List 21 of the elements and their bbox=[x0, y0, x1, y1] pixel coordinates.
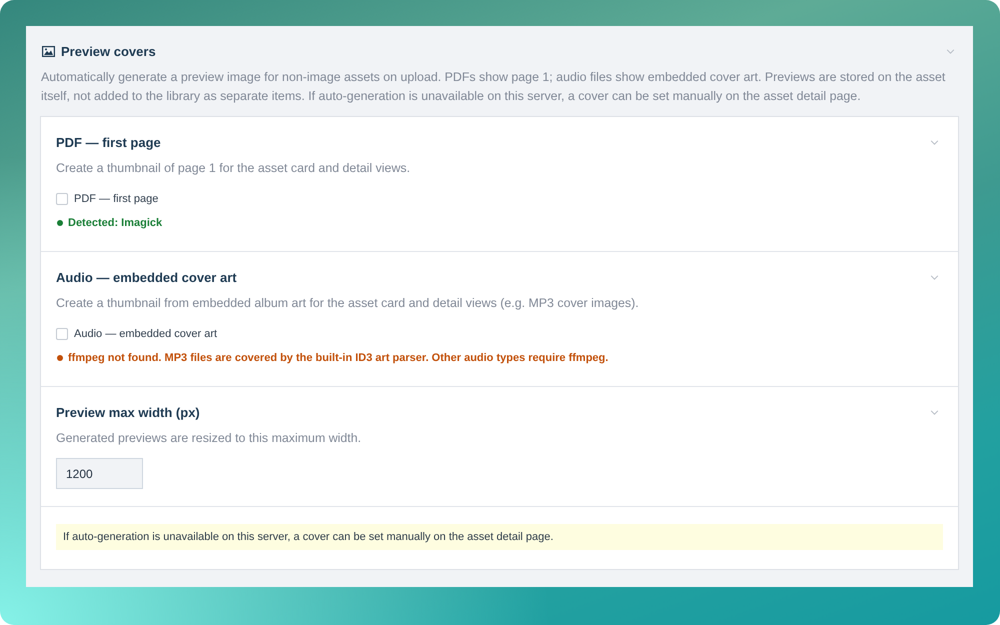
checkbox-label[interactable]: Audio — embedded cover art bbox=[74, 328, 218, 340]
section-description: Generated previews are resized to this maximum width. bbox=[56, 430, 362, 447]
number-input-field[interactable]: 1200 bbox=[56, 458, 143, 489]
status-text: ffmpeg not found. MP3 files are covered by the built-in ID3 art parser. Other audio types require ffmpeg. bbox=[68, 352, 608, 364]
image-icon bbox=[42, 46, 55, 56]
status-text: Detected: Imagick bbox=[68, 217, 162, 229]
section-description: Create a thumbnail from embedded album art for the asset card and detail views (e.g. MP3 cover images). bbox=[56, 295, 640, 312]
chevron-down-icon[interactable] bbox=[930, 410, 939, 414]
section-title: Preview max width (px) bbox=[56, 404, 201, 420]
info-notice: If auto-generation is unavailable on this server, a cover can be set manually on the asset detail page. bbox=[56, 524, 943, 550]
chevron-down-icon[interactable] bbox=[946, 48, 955, 54]
section-title: Audio — embedded cover art bbox=[56, 270, 238, 284]
panel-description: Automatically generate a preview image for non-image assets on upload. PDFs show page 1; audio files show embedded cover art. Previews are stored on the asset itself, not added to the library as separate items. If auto-generation is unavailable on this server, a cover can be set manually on the asset detail page. bbox=[41, 69, 946, 105]
panel-title: Preview covers bbox=[61, 44, 157, 58]
section-description: Create a thumbnail of page 1 for the asset card and detail views. bbox=[56, 160, 412, 177]
chevron-down-icon[interactable] bbox=[930, 140, 939, 144]
checkbox[interactable] bbox=[56, 328, 68, 340]
section-title: PDF — first page bbox=[56, 134, 162, 150]
checkbox-label[interactable]: PDF — first page bbox=[74, 193, 158, 205]
chevron-down-icon[interactable] bbox=[930, 274, 939, 280]
checkbox[interactable] bbox=[56, 193, 68, 205]
